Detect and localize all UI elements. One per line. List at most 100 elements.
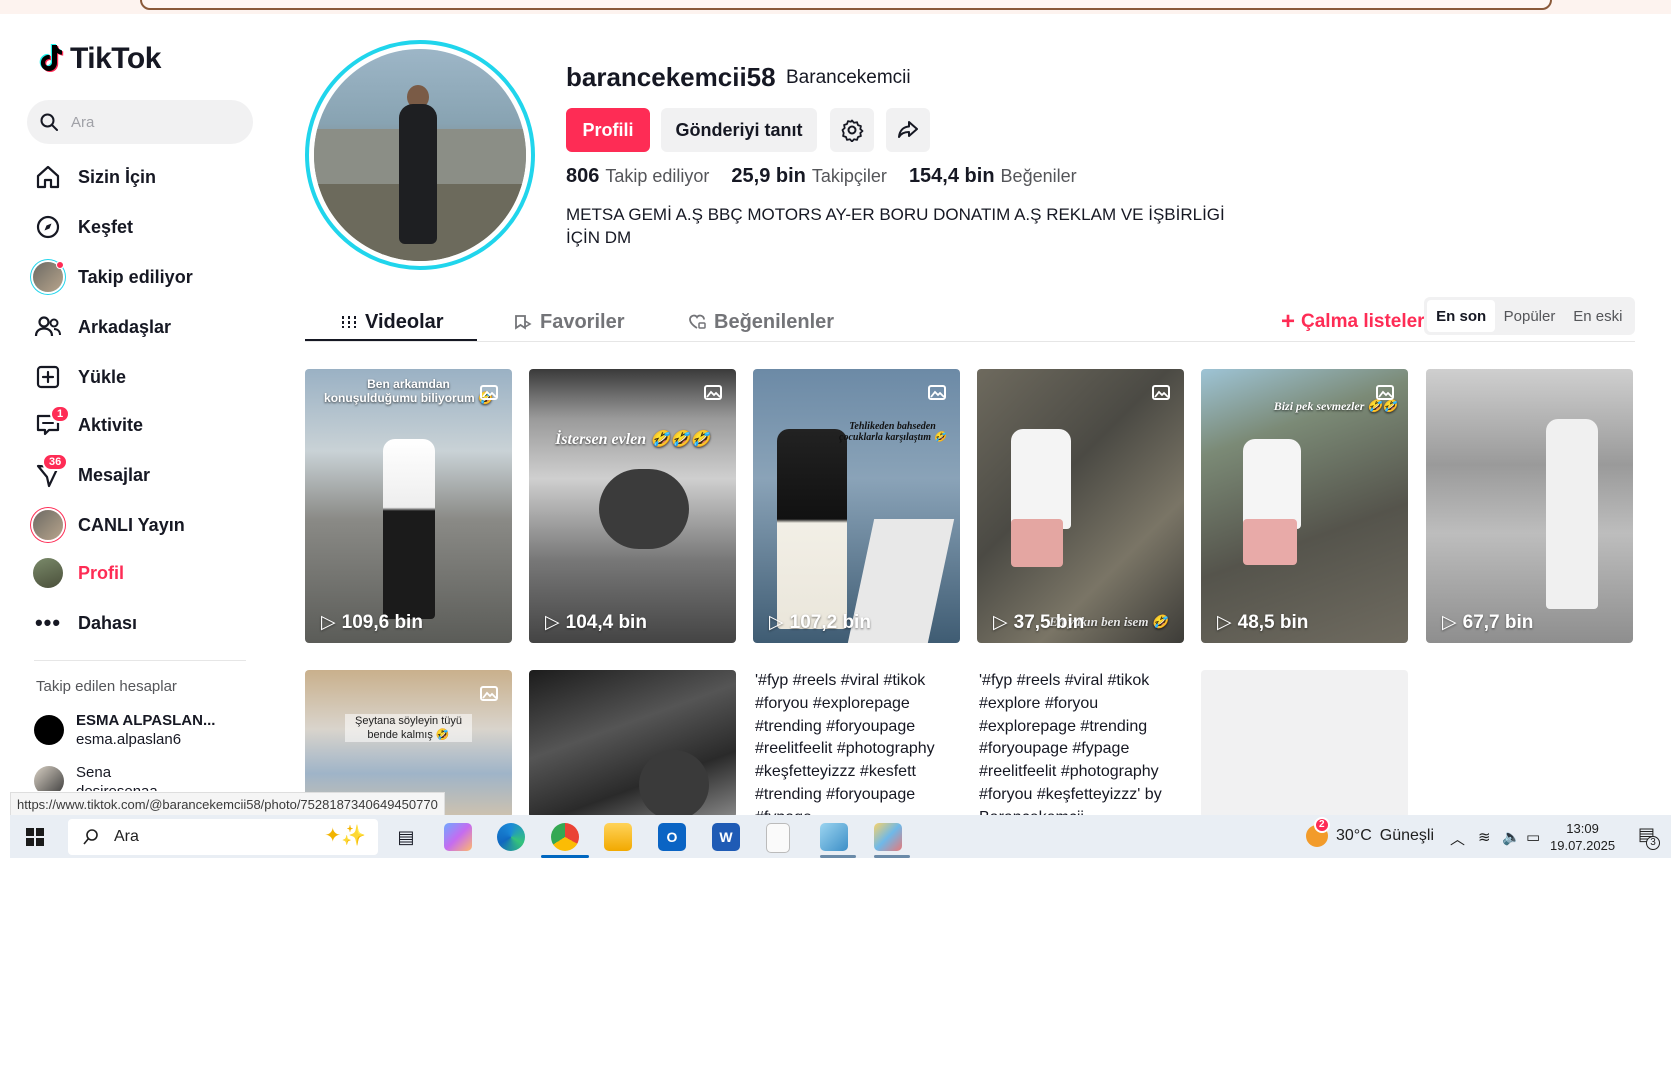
chevron-up-icon[interactable]: ︿ bbox=[1450, 828, 1465, 849]
sidebar-item-live[interactable]: CANLI Yayın bbox=[32, 505, 185, 545]
sidebar-item-upload[interactable]: Yükle bbox=[32, 357, 126, 397]
weather-temp: 30°C bbox=[1336, 827, 1372, 844]
taskbar-search[interactable]: Ara ✦✨ bbox=[68, 819, 378, 855]
sidebar-item-label: CANLI Yayın bbox=[78, 514, 185, 535]
video-card[interactable]: İstersen evlen 🤣🤣🤣 ▷ 104,4 bin bbox=[529, 369, 736, 643]
following-stat[interactable]: 806 Takip ediliyor bbox=[566, 165, 709, 188]
sort-option-latest[interactable]: En son bbox=[1427, 300, 1496, 332]
avatar bbox=[34, 766, 64, 791]
sort-option-popular[interactable]: Popüler bbox=[1495, 300, 1563, 332]
sidebar-item-messages[interactable]: 36 Mesajlar bbox=[32, 453, 151, 495]
tab-liked[interactable]: Beğenilenler bbox=[688, 304, 834, 340]
weather-widget[interactable]: 2 30°C Güneşli bbox=[1306, 817, 1434, 847]
following-account[interactable]: ESMA ALPASLAN... esma.alpaslan6 bbox=[34, 711, 215, 749]
tiktok-logo[interactable]: TikTok bbox=[34, 42, 161, 76]
playlists-button[interactable]: + Çalma listeleri bbox=[1281, 304, 1430, 340]
video-card[interactable]: ▷ 67,7 bin bbox=[1426, 369, 1633, 643]
followers-count: 25,9 bin bbox=[731, 165, 806, 187]
sidebar-item-for-you[interactable]: Sizin İçin bbox=[32, 157, 156, 197]
tab-label: Videolar bbox=[365, 310, 444, 333]
sparkle-icon: ✦✨ bbox=[324, 825, 366, 847]
sidebar-item-label: Arkadaşlar bbox=[78, 316, 172, 337]
followers-stat[interactable]: 25,9 bin Takipçiler bbox=[731, 165, 887, 188]
sidebar-item-activity[interactable]: 1 Aktivite bbox=[32, 405, 143, 445]
photo-post-icon bbox=[1376, 385, 1394, 400]
promote-post-button[interactable]: Gönderiyi tanıt bbox=[661, 108, 817, 152]
account-handle: desiresenaa bbox=[76, 782, 158, 791]
video-card[interactable]: Tehlikeden bahseden çocuklarla karşılaşt… bbox=[753, 369, 960, 643]
clock-time: 13:09 bbox=[1566, 821, 1599, 836]
video-card[interactable]: En yakın ben isem 🤣 ▷ 37,5 bin bbox=[977, 369, 1184, 643]
photo-post-icon bbox=[928, 385, 946, 400]
sidebar-item-label: Sizin İçin bbox=[78, 166, 157, 187]
activity-badge: 1 bbox=[50, 405, 71, 423]
view-count: ▷ 107,2 bin bbox=[769, 611, 871, 634]
file-explorer-icon[interactable] bbox=[604, 823, 632, 851]
sidebar-item-following[interactable]: Takip ediliyor bbox=[32, 257, 193, 297]
edge-icon[interactable] bbox=[497, 823, 525, 851]
video-card[interactable]: Ben arkamdan konuşulduğumu biliyorum 🤣 ▷… bbox=[305, 369, 512, 643]
broken-image-alt-text[interactable]: '#fyp #reels #viral #tikok #foryou #expl… bbox=[755, 670, 962, 818]
battery-icon[interactable]: ▭ bbox=[1526, 828, 1540, 846]
notepad-icon[interactable] bbox=[766, 823, 790, 853]
word-icon[interactable]: W bbox=[712, 823, 740, 851]
followers-label: Takipçiler bbox=[811, 166, 887, 186]
edit-profile-button[interactable]: Profili bbox=[566, 108, 650, 152]
share-button[interactable] bbox=[886, 108, 930, 152]
broken-image-alt-text[interactable]: '#fyp #reels #viral #tikok #explore #for… bbox=[979, 670, 1186, 818]
bookmark-icon bbox=[515, 315, 532, 330]
following-account[interactable]: Senadesiresenaa bbox=[34, 763, 158, 791]
sidebar-item-label: Aktivite bbox=[78, 414, 144, 435]
active-app-indicator bbox=[541, 855, 589, 858]
open-app-indicator bbox=[820, 855, 856, 858]
taskbar-search-label: Ara bbox=[114, 828, 139, 845]
sidebar-item-friends[interactable]: Arkadaşlar bbox=[32, 307, 171, 347]
notification-icon[interactable]: ▤ 3 bbox=[1638, 824, 1660, 850]
snipping-tool-icon[interactable] bbox=[820, 823, 848, 851]
video-card[interactable]: Bizi pek sevmezler 🤣🤣 ▷ 48,5 bin bbox=[1201, 369, 1408, 643]
plus-icon: + bbox=[1281, 308, 1296, 335]
weather-text: Güneşli bbox=[1379, 827, 1434, 844]
profile-avatar bbox=[32, 557, 64, 589]
likes-stat: 154,4 bin Beğeniler bbox=[909, 165, 1077, 188]
likes-count: 154,4 bin bbox=[908, 165, 995, 187]
profile-avatar-large[interactable] bbox=[305, 40, 535, 270]
video-card[interactable] bbox=[529, 670, 736, 818]
windows-start-icon[interactable] bbox=[26, 828, 44, 846]
outlook-icon[interactable]: O bbox=[658, 823, 686, 851]
sidebar-item-profile[interactable]: Profil bbox=[32, 553, 124, 593]
sidebar-item-label: Dahası bbox=[78, 612, 138, 633]
settings-button[interactable] bbox=[830, 108, 874, 152]
copilot-icon[interactable] bbox=[444, 823, 472, 851]
taskbar-clock[interactable]: 13:09 19.07.2025 bbox=[1550, 820, 1615, 854]
paint-icon[interactable] bbox=[874, 823, 902, 851]
browser-top-strip bbox=[0, 0, 1671, 14]
search-input[interactable]: Ara bbox=[27, 100, 253, 144]
weather-badge: 2 bbox=[1314, 817, 1330, 833]
profile-stats: 806 Takip ediliyor 25,9 bin Takipçiler 154… bbox=[566, 165, 1077, 188]
sidebar-item-label: Mesajlar bbox=[78, 464, 151, 485]
task-view-icon[interactable]: ▤ bbox=[392, 823, 420, 851]
tab-videos[interactable]: Videolar bbox=[341, 304, 444, 340]
sidebar-divider bbox=[34, 660, 246, 661]
tab-favorites[interactable]: Favoriler bbox=[514, 304, 624, 340]
following-accounts-title: Takip edilen hesaplar bbox=[36, 678, 177, 695]
friends-icon bbox=[32, 311, 64, 343]
tiktok-note-icon bbox=[39, 44, 64, 73]
volume-icon[interactable]: 🔈 bbox=[1502, 828, 1521, 846]
profile-nickname: Barancekemcii bbox=[786, 67, 911, 88]
wifi-icon[interactable]: ≋ bbox=[1478, 828, 1491, 846]
upload-icon bbox=[32, 361, 64, 393]
view-count: ▷ 67,7 bin bbox=[1442, 611, 1534, 634]
sidebar-item-explore[interactable]: Keşfet bbox=[32, 207, 133, 247]
sidebar-item-more[interactable]: ••• Dahası bbox=[32, 603, 137, 643]
account-name: ESMA ALPASLAN... bbox=[76, 712, 216, 729]
open-app-indicator bbox=[874, 855, 910, 858]
activity-icon: 1 bbox=[32, 405, 71, 441]
chrome-icon[interactable] bbox=[551, 823, 579, 851]
sidebar-item-label: Keşfet bbox=[78, 216, 134, 237]
sort-option-oldest[interactable]: En eski bbox=[1564, 300, 1632, 332]
video-caption: İstersen evlen 🤣🤣🤣 bbox=[555, 431, 710, 448]
loading-placeholder bbox=[1201, 670, 1408, 818]
search-icon bbox=[40, 113, 58, 131]
